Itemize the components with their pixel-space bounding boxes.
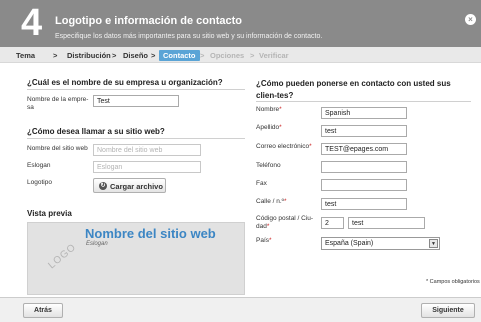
breadcrumb-item-contacto[interactable]: Contacto <box>159 50 200 61</box>
breadcrumb-item-opciones: Opciones <box>210 51 245 60</box>
divider <box>256 101 471 102</box>
breadcrumb-item-verificar: Verificar <box>259 51 289 60</box>
city-field[interactable]: test <box>348 217 425 229</box>
site-name-field[interactable]: Nombre del sitio web <box>93 144 201 156</box>
wizard-footer: Atrás Siguiente <box>0 297 481 322</box>
upload-icon: ↻ <box>99 182 107 190</box>
postal-city-label: Código postal / Ciu-dad* <box>256 215 314 230</box>
breadcrumb-item-diseno[interactable]: Diseño <box>123 51 148 60</box>
wizard-header: 4 Logotipo e información de contacto Esp… <box>0 0 481 47</box>
site-name-label: Nombre del sitio web <box>27 145 88 152</box>
email-field[interactable]: TEST@epages.com <box>321 143 407 155</box>
site-heading: ¿Cómo desea llamar a su sitio web? <box>27 127 165 136</box>
email-label: Correo electrónico* <box>256 143 312 150</box>
postal-code-field[interactable]: 2 <box>321 217 344 229</box>
step-number: 4 <box>21 2 43 44</box>
next-button[interactable]: Siguiente <box>421 303 475 318</box>
fax-label: Fax <box>256 180 267 187</box>
upload-file-button[interactable]: ↻ Cargar archivo <box>93 178 166 193</box>
breadcrumb-separator: > <box>53 51 58 60</box>
company-name-field[interactable]: Test <box>93 95 179 107</box>
preview-title: Vista previa <box>27 209 72 218</box>
country-label: País* <box>256 237 272 244</box>
page-title: Logotipo e información de contacto <box>55 15 242 27</box>
last-name-label: Apellido* <box>256 124 282 131</box>
first-name-field[interactable]: Spanish <box>321 107 407 119</box>
divider <box>27 89 245 90</box>
phone-field[interactable] <box>321 161 407 173</box>
breadcrumb: Tema > Distribución > Diseño > Contacto … <box>0 47 481 63</box>
logo-label: Logotipo <box>27 179 52 186</box>
street-field[interactable]: test <box>321 198 407 210</box>
country-select[interactable]: España (Spain) ▼ <box>321 237 440 250</box>
country-value: España (Spain) <box>325 240 374 247</box>
breadcrumb-separator: > <box>200 51 205 60</box>
street-label: Calle / n.º* <box>256 198 287 205</box>
preview-slogan: Eslogan <box>86 241 108 247</box>
slogan-field[interactable]: Eslogan <box>93 161 201 173</box>
upload-button-label: Cargar archivo <box>110 182 163 191</box>
breadcrumb-separator: > <box>151 51 156 60</box>
first-name-label: Nombre* <box>256 106 282 113</box>
slogan-label: Eslogan <box>27 162 51 169</box>
preview-logo: LOGO <box>46 241 79 272</box>
phone-label: Teléfono <box>256 162 281 169</box>
page-subtitle: Especifique los datos más importantes pa… <box>55 33 323 40</box>
contact-heading: ¿Cómo pueden ponerse en contacto con ust… <box>256 79 451 100</box>
site-preview: LOGO Nombre del sitio web Eslogan <box>27 222 245 295</box>
breadcrumb-item-tema[interactable]: Tema <box>16 51 35 60</box>
breadcrumb-separator: > <box>250 51 255 60</box>
breadcrumb-item-distribucion[interactable]: Distribución <box>67 51 111 60</box>
close-icon[interactable]: × <box>465 14 476 25</box>
preview-site-name: Nombre del sitio web <box>85 226 216 241</box>
back-button[interactable]: Atrás <box>23 303 63 318</box>
breadcrumb-separator: > <box>112 51 117 60</box>
chevron-down-icon[interactable]: ▼ <box>429 239 438 248</box>
required-fields-note: * Campos obligatorios <box>426 279 480 285</box>
fax-field[interactable] <box>321 179 407 191</box>
company-name-label: Nombre de la empre-sa <box>27 96 89 111</box>
last-name-field[interactable]: test <box>321 125 407 137</box>
divider <box>27 138 245 139</box>
company-heading: ¿Cuál es el nombre de su empresa u organ… <box>27 78 223 87</box>
